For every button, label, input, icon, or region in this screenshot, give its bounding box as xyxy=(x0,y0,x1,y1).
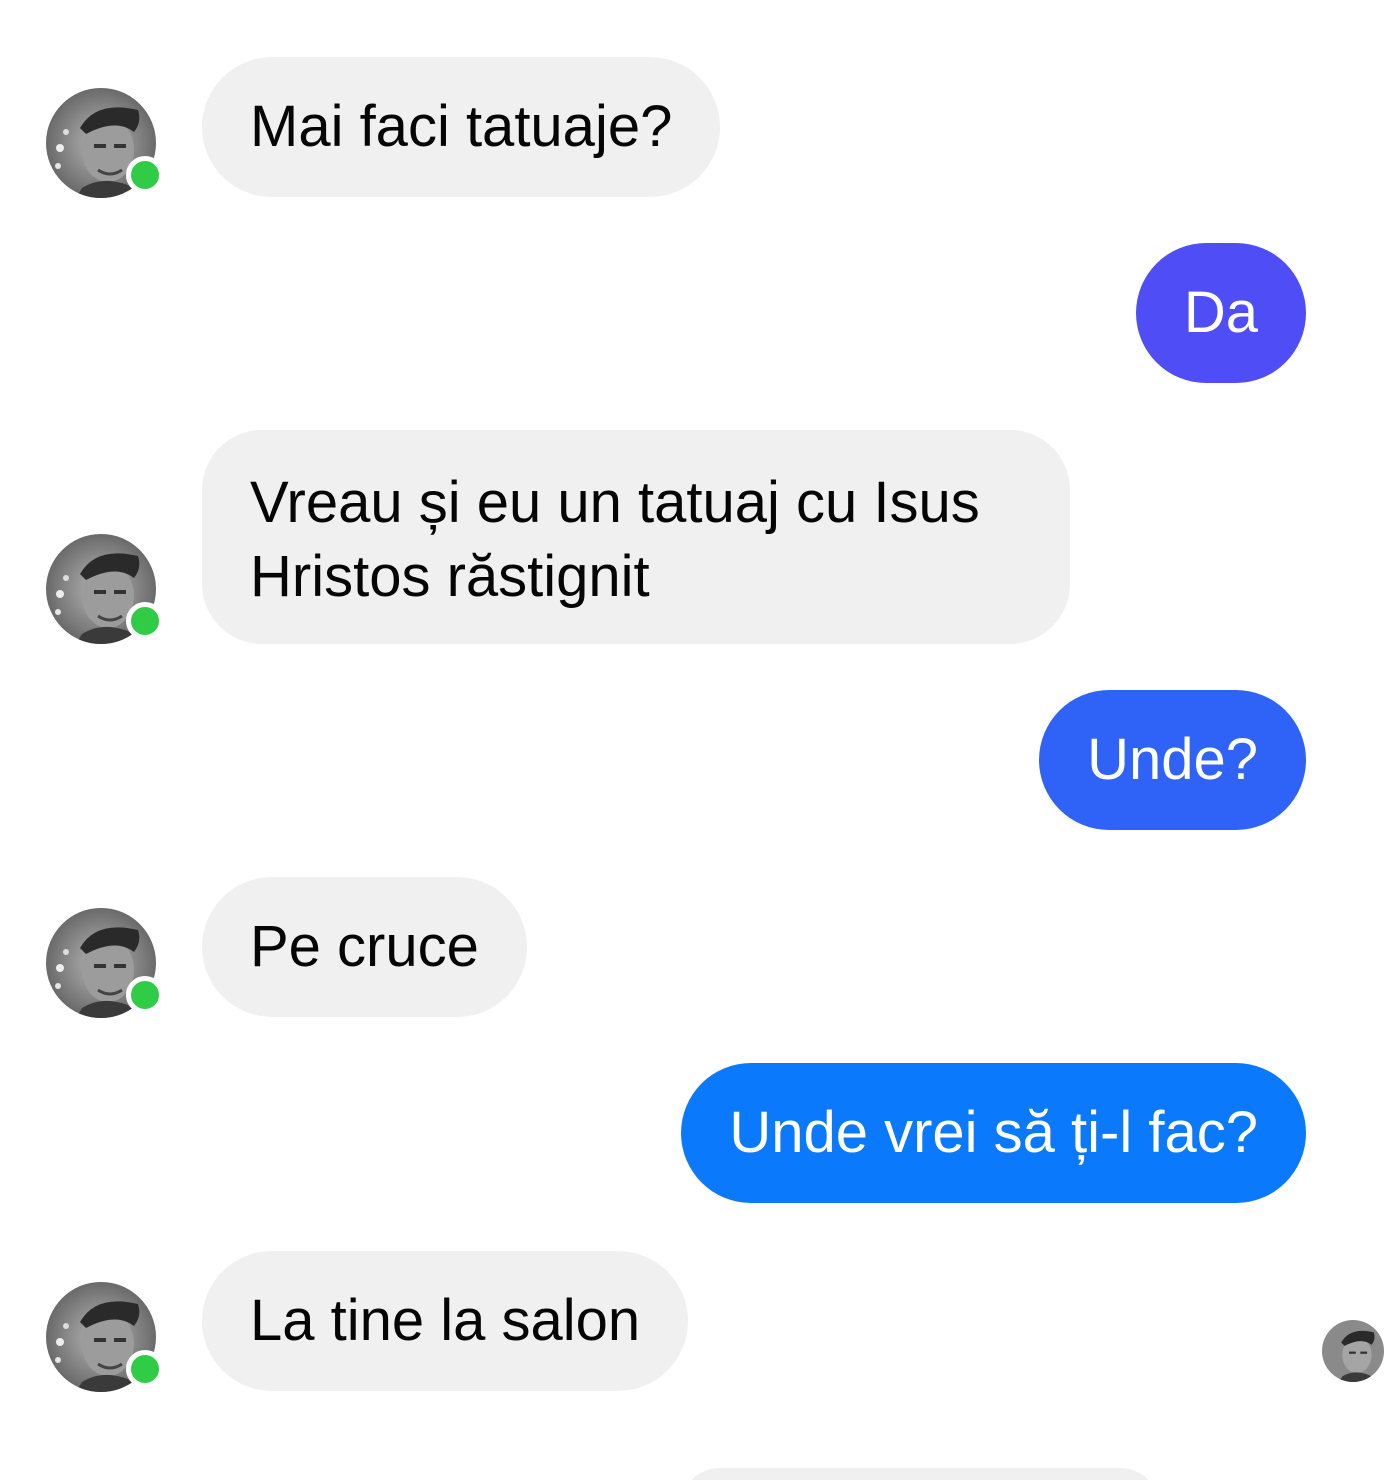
incoming-message-bubble[interactable]: Vreau și eu un tatuaj cu Isus Hristos ră… xyxy=(202,430,1070,644)
online-status-dot xyxy=(126,602,164,640)
outgoing-message-bubble[interactable]: Unde? xyxy=(1039,690,1306,830)
online-status-dot xyxy=(126,976,164,1014)
online-status-dot xyxy=(126,156,164,194)
contact-avatar[interactable] xyxy=(46,88,164,198)
contact-avatar[interactable] xyxy=(46,908,164,1018)
outgoing-message-bubble[interactable]: Da xyxy=(1135,243,1306,383)
incoming-message-bubble[interactable]: Pe cruce xyxy=(202,877,527,1017)
message-thread: Mai faci tatuaje? Da Vreau și eu un tatu… xyxy=(0,0,1400,1480)
incoming-message-bubble[interactable]: Mai faci tatuaje? xyxy=(202,57,721,197)
online-status-dot xyxy=(126,1350,164,1388)
incoming-message-bubble-partial xyxy=(680,1468,1160,1480)
contact-avatar[interactable] xyxy=(46,1282,164,1392)
incoming-message-bubble[interactable]: La tine la salon xyxy=(202,1251,689,1391)
outgoing-message-bubble[interactable]: Unde vrei să ți-l fac? xyxy=(681,1063,1306,1203)
seen-receipt-avatar xyxy=(1322,1320,1384,1382)
contact-avatar[interactable] xyxy=(46,534,164,644)
person-photo-icon xyxy=(1322,1320,1384,1382)
